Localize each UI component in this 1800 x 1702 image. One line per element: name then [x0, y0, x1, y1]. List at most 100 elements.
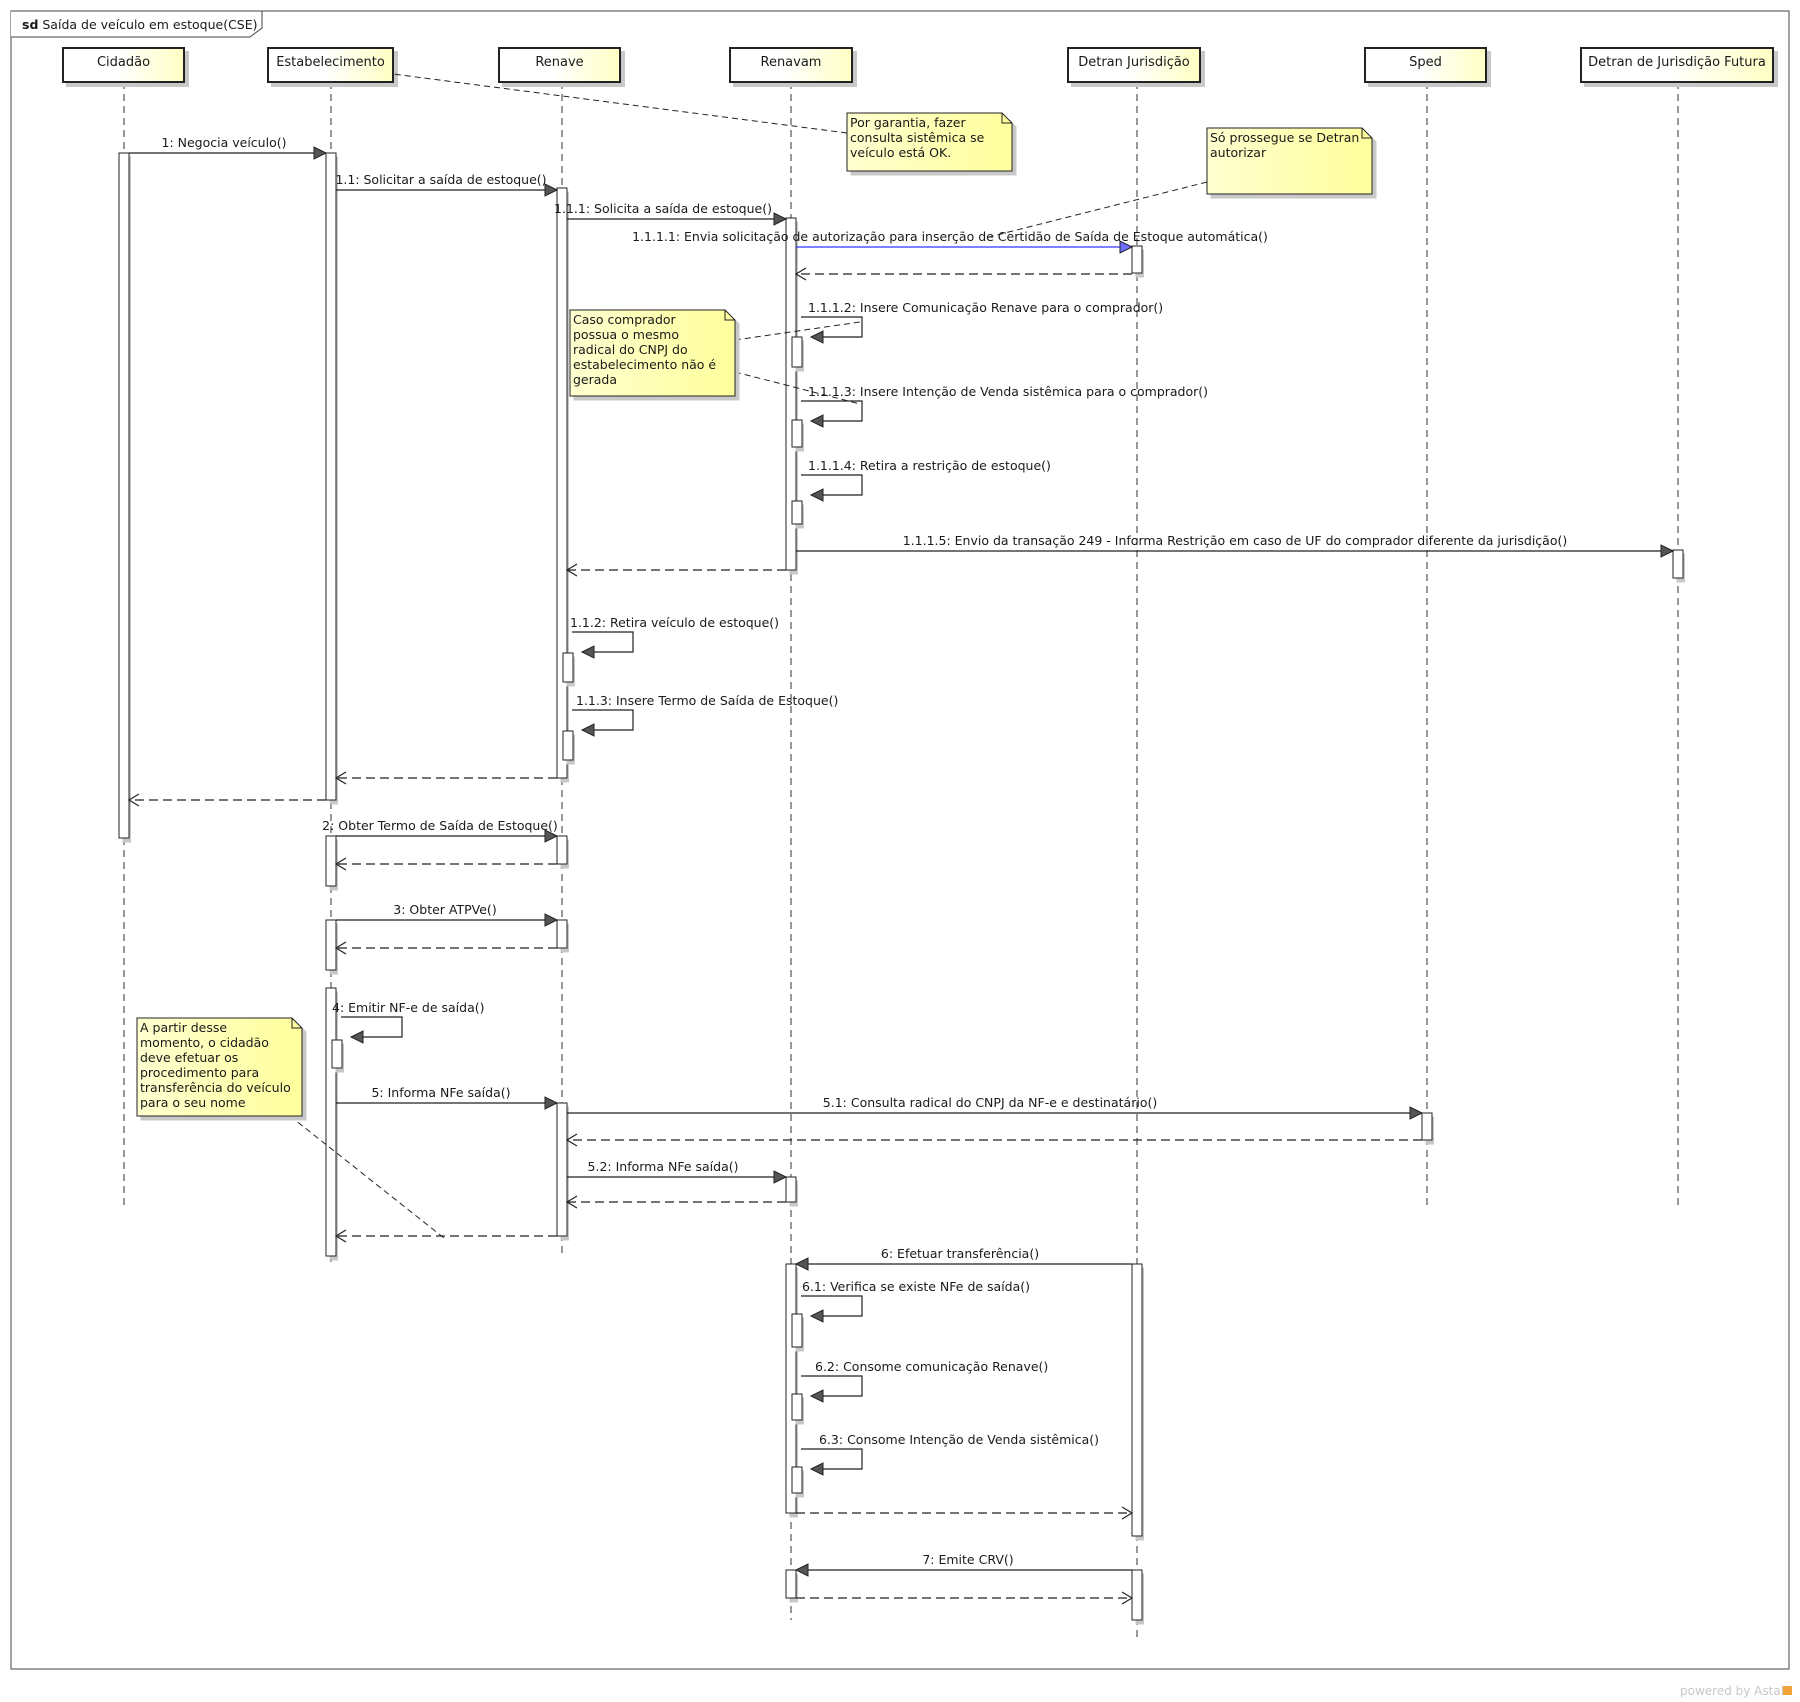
activation-bar: [325, 987, 337, 1257]
lifeline-sped: Sped: [1364, 47, 1487, 1208]
message[interactable]: 6: Efetuar transferência(): [794, 1246, 1132, 1271]
message[interactable]: 2: Obter Termo de Saída de Estoque(): [322, 818, 559, 843]
message-label: 1.1.1: Solicita a saída de estoque(): [554, 201, 772, 216]
message-label: 6.2: Consome comunicação Renave(): [815, 1359, 1048, 1374]
note: A partir desse momento, o cidadão deve efe…: [136, 1017, 445, 1239]
message[interactable]: 1.1.2: Retira veículo de estoque(): [570, 615, 779, 659]
frame-keyword: sd: [22, 17, 38, 32]
lifeline-header-label: Renave: [535, 55, 583, 70]
message[interactable]: [334, 771, 557, 785]
message[interactable]: 6.3: Consome Intenção de Venda sistêmica…: [801, 1432, 1099, 1476]
arrow-head: [809, 414, 824, 428]
lifeline-header-label: Estabelecimento: [276, 55, 385, 70]
lifeline-header-label: Detran de Jurisdição Futura: [1588, 55, 1766, 70]
lifeline-header-label: Renavam: [761, 55, 822, 70]
message-label: 1.1.1.4: Retira a restrição de estoque(): [808, 458, 1051, 473]
message-label: 1: Negocia veículo(): [162, 135, 287, 150]
arrow-head: [580, 645, 595, 659]
arrow-head: [544, 1096, 559, 1110]
message[interactable]: 5.2: Informa NFe saída(): [567, 1159, 788, 1184]
message[interactable]: 1.1.1.3: Insere Intenção de Venda sistêm…: [801, 384, 1208, 428]
message[interactable]: 6.1: Verifica se existe NFe de saída(): [801, 1279, 1030, 1323]
self-message-line: [801, 1448, 863, 1470]
note-connector: [289, 1115, 445, 1239]
message-label: 6.1: Verifica se existe NFe de saída(): [802, 1279, 1030, 1294]
message[interactable]: [565, 1195, 786, 1209]
arrow-head: [1409, 1106, 1424, 1120]
message[interactable]: [565, 1133, 1422, 1147]
message[interactable]: 3: Obter ATPVe(): [336, 902, 559, 927]
self-message-line: [572, 631, 634, 653]
message[interactable]: [796, 1591, 1134, 1605]
self-message-line: [801, 474, 863, 496]
note-line: radical do CNPJ do: [573, 342, 688, 357]
message[interactable]: 1.1.1.4: Retira a restrição de estoque(): [801, 458, 1051, 502]
activation-bar: [1421, 1112, 1433, 1141]
message-label: 1.1.1.1: Envia solicitação de autorizaçã…: [632, 229, 1268, 244]
message-label: 5.2: Informa NFe saída(): [588, 1159, 739, 1174]
message[interactable]: 1.1.1.2: Insere Comunicação Renave para …: [801, 300, 1163, 344]
lifeline-futura: Detran de Jurisdição Futura: [1580, 47, 1774, 1208]
message[interactable]: 5.1: Consulta radical do CNPJ da NF-e e …: [567, 1095, 1424, 1120]
message[interactable]: 7: Emite CRV(): [794, 1552, 1132, 1577]
message-label: 3: Obter ATPVe(): [393, 902, 496, 917]
notes-layer: Por garantia, fazer consulta sistêmica se…: [136, 73, 1373, 1239]
note-line: Por garantia, fazer: [850, 115, 966, 130]
message[interactable]: 1.1.1.1: Envia solicitação de autorizaçã…: [632, 229, 1268, 254]
astah-logo-icon: [1783, 1686, 1792, 1695]
message[interactable]: [334, 941, 557, 955]
message[interactable]: [334, 1229, 557, 1243]
activation-bar: [556, 1102, 568, 1237]
note-line: Só prossegue se Detran: [1210, 130, 1359, 145]
arrow-head: [580, 723, 595, 737]
activation-bar: [791, 336, 803, 368]
activation-bar: [562, 730, 574, 761]
lifeline-header-label: Detran Jurisdição: [1078, 55, 1190, 70]
note-line: gerada: [573, 372, 617, 387]
message[interactable]: [127, 793, 326, 807]
arrow-head: [349, 1030, 364, 1044]
message[interactable]: 1.1.3: Insere Termo de Saída de Estoque(…: [572, 693, 838, 737]
arrow-head: [544, 913, 559, 927]
message-label: 7: Emite CRV(): [922, 1552, 1013, 1567]
activation-bar: [791, 500, 803, 525]
lifeline-header-label: Sped: [1409, 55, 1442, 70]
frame: sd Saída de veículo em estoque(CSE): [10, 10, 1790, 1670]
message-label: 1.1.2: Retira veículo de estoque(): [570, 615, 779, 630]
activation-bar: [325, 835, 337, 887]
activation-bar: [1131, 245, 1143, 274]
message[interactable]: 1.1: Solicitar a saída de estoque(): [335, 172, 559, 197]
lifeline-header-label: Cidadão: [97, 55, 150, 70]
frame-title: Saída de veículo em estoque(CSE): [42, 17, 257, 32]
frame-border: [10, 10, 1790, 1670]
activation-bar: [118, 152, 130, 839]
messages-layer: 1: Negocia veículo() 1.1: Solicitar a saí…: [127, 135, 1675, 1605]
arrow-head: [773, 1170, 788, 1184]
message-label: 2: Obter Termo de Saída de Estoque(): [322, 818, 558, 833]
message[interactable]: [565, 563, 786, 577]
arrow-head: [544, 183, 559, 197]
note-line: consulta sistêmica se: [850, 130, 985, 145]
activation-bar: [1131, 1569, 1143, 1621]
message[interactable]: 4: Emitir NF-e de saída(): [332, 1000, 484, 1044]
message[interactable]: [794, 267, 1132, 281]
message[interactable]: 1: Negocia veículo(): [129, 135, 328, 160]
message[interactable]: [796, 1506, 1134, 1520]
message[interactable]: 1.1.1: Solicita a saída de estoque(): [554, 201, 788, 226]
message-label: 4: Emitir NF-e de saída(): [332, 1000, 484, 1015]
self-message-line: [801, 1295, 863, 1317]
sequence-diagram: sd Saída de veículo em estoque(CSE) Cida…: [10, 10, 1792, 1698]
activation-bar: [785, 1569, 797, 1599]
message[interactable]: 6.2: Consome comunicação Renave(): [801, 1359, 1048, 1403]
powered-by-credit: powered by Astah: [1680, 1684, 1788, 1698]
note-line: possua o mesmo: [573, 327, 679, 342]
message[interactable]: 1.1.1.5: Envio da transação 249 - Inform…: [796, 533, 1675, 558]
message[interactable]: 5: Informa NFe saída(): [336, 1085, 559, 1110]
message[interactable]: [334, 857, 557, 871]
self-message-line: [801, 316, 863, 338]
activation-bar: [1672, 549, 1684, 579]
message-label: 1.1.1.5: Envio da transação 249 - Inform…: [903, 533, 1568, 548]
activation-bar: [331, 1039, 343, 1069]
note: Por garantia, fazer consulta sistêmica se…: [392, 73, 1013, 172]
message-label: 1.1: Solicitar a saída de estoque(): [335, 172, 546, 187]
